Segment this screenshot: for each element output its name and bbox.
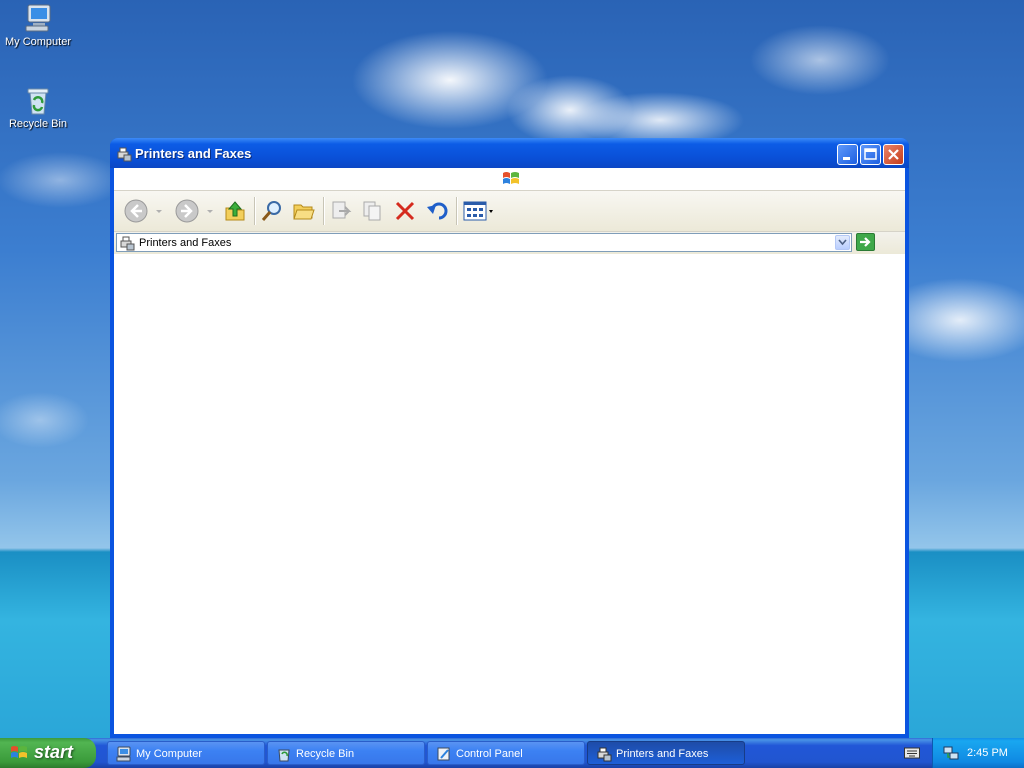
toolbar-separator bbox=[254, 197, 256, 225]
address-value: Printers and Faxes bbox=[139, 237, 232, 249]
recycle-bin-icon bbox=[278, 749, 290, 762]
forward-arrow-icon bbox=[175, 199, 199, 223]
chevron-down-icon bbox=[156, 210, 162, 213]
chevron-down-icon bbox=[207, 210, 213, 213]
taskbar-button-label: Control Panel bbox=[456, 748, 523, 760]
printer-fax-icon bbox=[117, 147, 132, 162]
move-to-button[interactable] bbox=[327, 196, 355, 226]
copy-to-button[interactable] bbox=[359, 196, 387, 226]
start-button[interactable]: start bbox=[0, 738, 96, 768]
printers-and-faxes-window: Printers and Faxes Printers and Faxes bbox=[110, 138, 909, 738]
views-icon bbox=[463, 201, 493, 221]
copy-to-icon bbox=[363, 201, 381, 221]
undo-icon bbox=[427, 202, 448, 220]
taskbar-button-printers-and-faxes[interactable]: Printers and Faxes bbox=[587, 741, 745, 765]
close-button[interactable] bbox=[883, 144, 904, 165]
network-connection-icon[interactable] bbox=[943, 745, 959, 761]
undo-button[interactable] bbox=[423, 196, 451, 226]
minimize-icon bbox=[843, 157, 850, 160]
forward-history-dropdown[interactable] bbox=[205, 196, 215, 226]
windows-logo-icon bbox=[503, 172, 519, 184]
maximize-icon bbox=[864, 148, 877, 160]
go-button[interactable] bbox=[856, 233, 875, 251]
back-history-dropdown[interactable] bbox=[154, 196, 164, 226]
go-arrow-icon bbox=[860, 237, 871, 247]
title-bar[interactable]: Printers and Faxes bbox=[110, 138, 909, 168]
address-bar: Printers and Faxes bbox=[114, 232, 905, 254]
taskbar-button-my-computer[interactable]: My Computer bbox=[107, 741, 265, 765]
keyboard-language-icon[interactable] bbox=[904, 747, 920, 759]
up-folder-button[interactable] bbox=[221, 196, 249, 226]
windows-logo-icon bbox=[11, 746, 27, 758]
search-icon bbox=[261, 201, 281, 221]
system-tray: 2:45 PM bbox=[932, 738, 1024, 768]
window-title: Printers and Faxes bbox=[135, 146, 252, 161]
folders-icon bbox=[293, 204, 315, 220]
taskbar-button-label: My Computer bbox=[136, 748, 203, 760]
folders-button[interactable] bbox=[290, 196, 318, 226]
taskbar-button-recycle-bin[interactable]: Recycle Bin bbox=[267, 741, 425, 765]
search-button[interactable] bbox=[258, 196, 286, 226]
taskbar-button-label: Printers and Faxes bbox=[616, 748, 709, 760]
up-folder-icon bbox=[225, 201, 245, 221]
address-dropdown-button[interactable] bbox=[835, 235, 850, 250]
desktop-icon-my-computer[interactable]: My Computer bbox=[0, 2, 78, 48]
clock[interactable]: 2:45 PM bbox=[967, 747, 1008, 759]
delete-button[interactable] bbox=[391, 196, 419, 226]
standard-toolbar bbox=[114, 191, 905, 232]
taskbar-button-control-panel[interactable]: Control Panel bbox=[427, 741, 585, 765]
address-input[interactable]: Printers and Faxes bbox=[116, 233, 852, 252]
computer-icon bbox=[116, 746, 131, 762]
start-label: start bbox=[34, 742, 74, 762]
delete-icon bbox=[395, 201, 415, 221]
brand-bar bbox=[114, 168, 905, 191]
toolbar-separator bbox=[323, 197, 325, 225]
close-icon bbox=[888, 149, 899, 160]
folder-content-pane[interactable] bbox=[114, 255, 905, 734]
printer-fax-icon bbox=[120, 236, 135, 251]
printer-fax-icon bbox=[597, 747, 612, 762]
back-arrow-icon bbox=[124, 199, 148, 223]
computer-icon bbox=[25, 4, 51, 32]
desktop-icon-label: My Computer bbox=[4, 36, 72, 48]
forward-button[interactable] bbox=[173, 196, 201, 226]
window-client-area: Printers and Faxes bbox=[114, 168, 905, 734]
move-to-icon bbox=[332, 201, 352, 219]
toolbar-separator bbox=[456, 197, 458, 225]
recycle-bin-icon bbox=[27, 88, 49, 115]
taskbar-button-label: Recycle Bin bbox=[296, 748, 355, 760]
chevron-down-icon bbox=[838, 239, 847, 246]
desktop-icon-label: Recycle Bin bbox=[8, 118, 68, 130]
back-button[interactable] bbox=[122, 196, 150, 226]
desktop-icon-recycle-bin[interactable]: Recycle Bin bbox=[0, 84, 78, 130]
minimize-button[interactable] bbox=[837, 144, 858, 165]
control-panel-icon bbox=[437, 747, 450, 761]
views-button[interactable] bbox=[460, 196, 498, 226]
taskbar: start My Computer Recycle Bin Control Pa… bbox=[0, 738, 1024, 768]
maximize-button[interactable] bbox=[860, 144, 881, 165]
